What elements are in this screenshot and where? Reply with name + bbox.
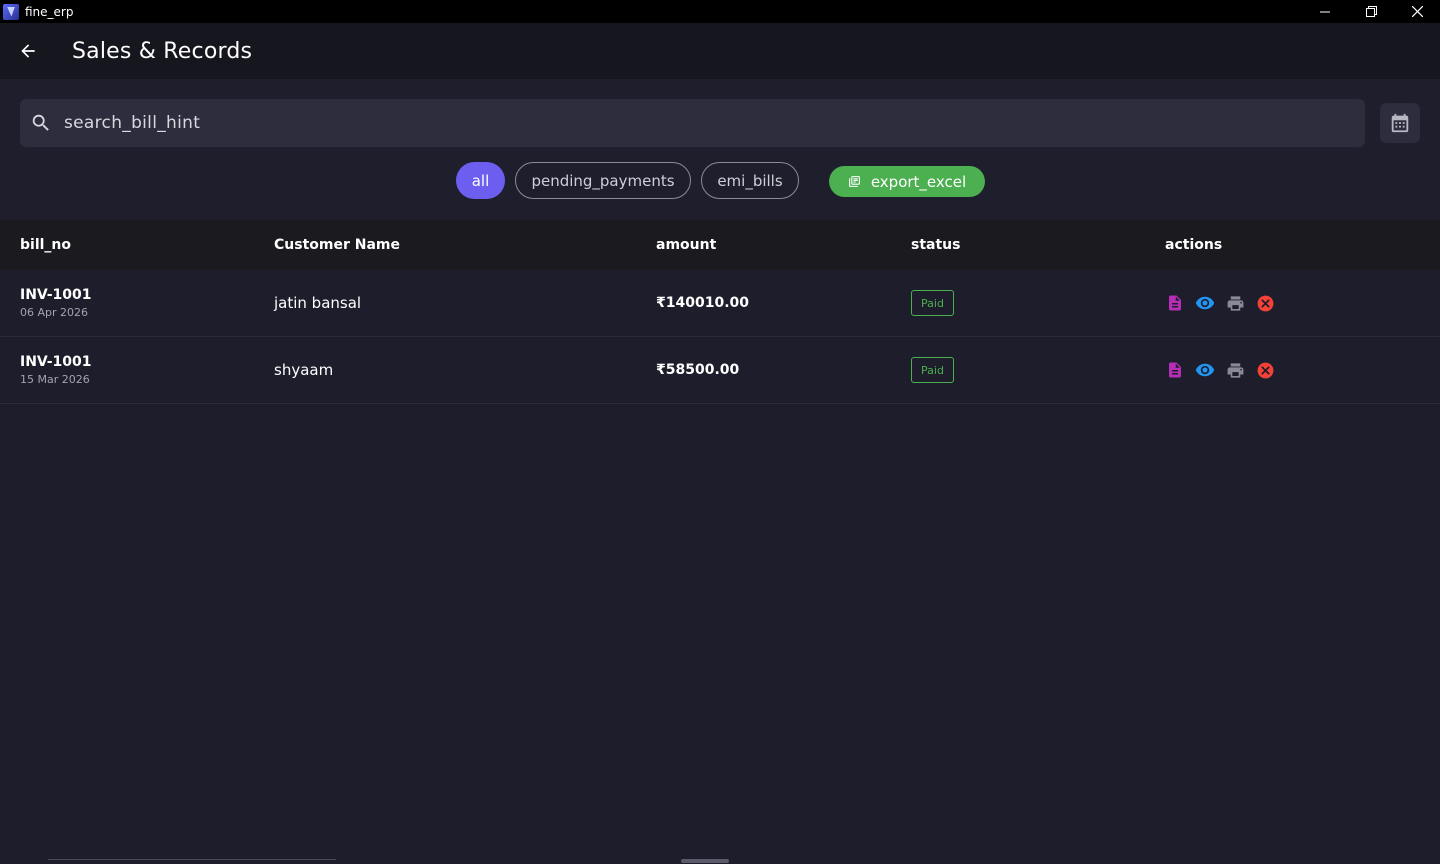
status-cell: Paid	[911, 357, 954, 383]
table-row[interactable]: INV-1001 15 Mar 2026 shyaam ₹58500.00 Pa…	[0, 337, 1440, 404]
column-header-status: status	[911, 237, 961, 253]
calendar-icon	[1391, 113, 1409, 133]
bill-date: 15 Mar 2026	[20, 373, 90, 386]
restore-button[interactable]	[1348, 0, 1394, 23]
printer-icon	[1227, 295, 1243, 311]
print-button[interactable]	[1225, 360, 1245, 380]
row-actions	[1165, 360, 1285, 380]
print-button[interactable]	[1225, 293, 1245, 313]
status-badge: Paid	[911, 357, 954, 383]
search-input[interactable]	[64, 99, 1365, 147]
customer-name: shyaam	[274, 361, 334, 379]
search-icon	[30, 112, 52, 134]
close-icon	[1411, 6, 1423, 17]
table-row[interactable]: INV-1001 06 Apr 2026 jatin bansal ₹14001…	[0, 270, 1440, 337]
customer-name: jatin bansal	[274, 294, 362, 312]
column-header-amount: amount	[656, 237, 717, 253]
table-header: bill_no Customer Name amount status acti…	[0, 220, 1440, 270]
window-controls	[1302, 0, 1440, 23]
bill-amount: ₹58500.00	[656, 362, 740, 378]
view-button[interactable]	[1195, 293, 1215, 313]
bill-number: INV-1001	[20, 287, 92, 303]
export-excel-button[interactable]: export_excel	[829, 166, 985, 197]
bill-cell: INV-1001 06 Apr 2026	[20, 287, 92, 319]
back-button[interactable]	[16, 39, 40, 63]
invoice-button[interactable]	[1165, 360, 1185, 380]
search-box[interactable]	[20, 99, 1365, 147]
app-logo-icon	[3, 3, 19, 20]
restore-icon	[1365, 6, 1377, 17]
cancel-bill-button[interactable]	[1255, 360, 1275, 380]
view-button[interactable]	[1195, 360, 1215, 380]
filter-chip-pending-payments[interactable]: pending_payments	[515, 162, 691, 199]
close-window-button[interactable]	[1394, 0, 1440, 23]
window-titlebar: fine_erp	[0, 0, 1440, 23]
bill-number: INV-1001	[20, 354, 92, 370]
page-title: Sales & Records	[72, 38, 253, 64]
scrollbar-track	[48, 859, 336, 862]
window-title: fine_erp	[25, 4, 74, 19]
filter-chip-emi-bills[interactable]: emi_bills	[701, 162, 799, 199]
arrow-left-icon	[21, 44, 35, 58]
bill-cell: INV-1001 15 Mar 2026	[20, 354, 92, 386]
row-actions	[1165, 293, 1285, 313]
export-excel-label: export_excel	[870, 172, 967, 191]
scrollbar-thumb[interactable]	[681, 859, 729, 863]
cancel-circle-icon	[1257, 362, 1273, 378]
printer-icon	[1227, 362, 1243, 378]
document-icon	[1169, 362, 1181, 378]
status-badge: Paid	[911, 290, 954, 316]
bill-date: 06 Apr 2026	[20, 306, 89, 319]
filter-panel: all pending_payments emi_bills export_ex…	[0, 79, 1440, 220]
column-header-actions: actions	[1165, 237, 1223, 253]
invoice-button[interactable]	[1165, 293, 1185, 313]
cancel-bill-button[interactable]	[1255, 293, 1275, 313]
app-bar: Sales & Records	[0, 23, 1440, 79]
cancel-circle-icon	[1257, 295, 1273, 311]
filter-chip-all[interactable]: all	[456, 162, 505, 199]
eye-icon	[1195, 296, 1215, 310]
date-filter-button[interactable]	[1380, 103, 1420, 143]
minimize-button[interactable]	[1302, 0, 1348, 23]
document-icon	[1169, 295, 1181, 311]
minimize-icon	[1320, 11, 1330, 12]
filter-chips: all pending_payments emi_bills export_ex…	[0, 162, 1440, 200]
bill-amount: ₹140010.00	[656, 295, 749, 311]
horizontal-scrollbar[interactable]	[0, 858, 1440, 864]
spreadsheet-icon	[848, 175, 862, 189]
column-header-bill-no: bill_no	[20, 237, 72, 253]
eye-icon	[1195, 363, 1215, 377]
column-header-customer: Customer Name	[274, 237, 400, 253]
status-cell: Paid	[911, 290, 954, 316]
